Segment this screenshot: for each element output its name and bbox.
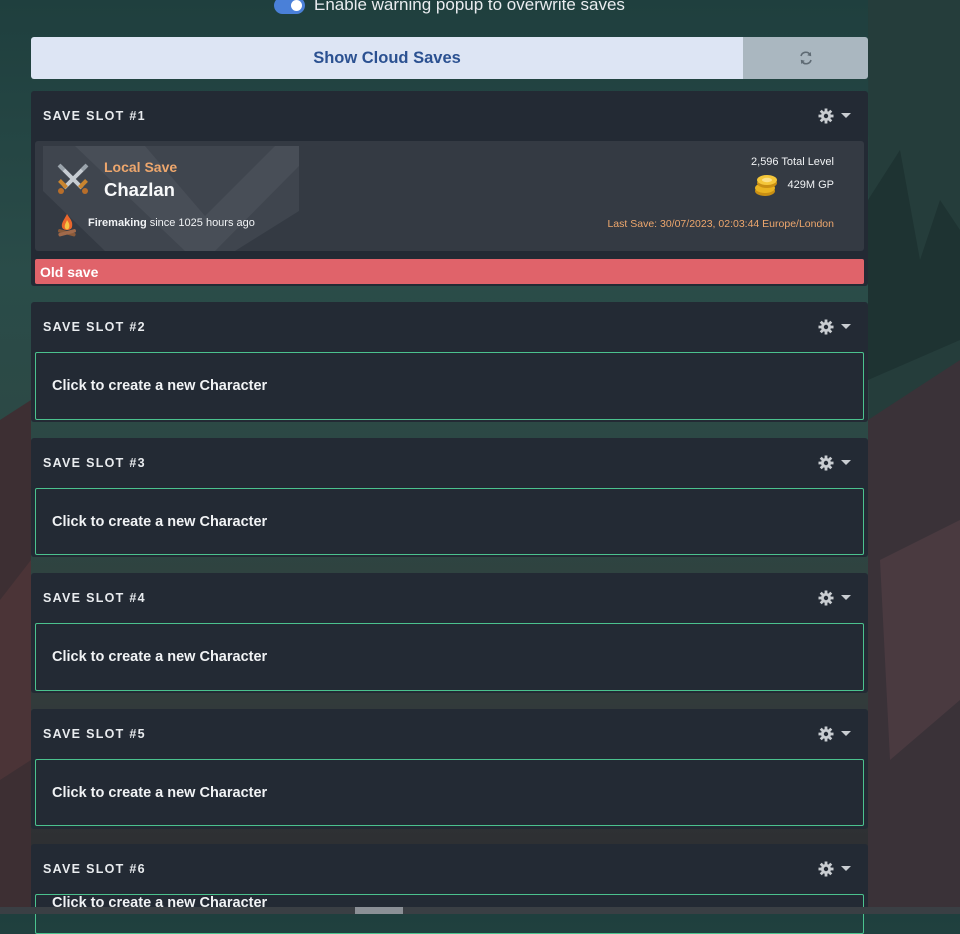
slot-header: SAVE SLOT #6 [31, 844, 868, 894]
chevron-down-icon [841, 866, 851, 871]
gp-row: 429M GP [754, 172, 834, 198]
character-name: Chazlan [104, 179, 175, 200]
slot-title: SAVE SLOT #1 [43, 109, 146, 123]
save-slot-1: SAVE SLOT #1 Local Save Chazlan 2,596 To… [31, 91, 868, 286]
slot-header: SAVE SLOT #1 [31, 91, 868, 141]
slot-title: SAVE SLOT #4 [43, 591, 146, 605]
create-character-button[interactable]: Click to create a new Character [35, 352, 864, 420]
slot-title: SAVE SLOT #6 [43, 862, 146, 876]
refresh-cloud-button[interactable] [743, 37, 868, 79]
slot-header: SAVE SLOT #2 [31, 302, 868, 352]
horizontal-scrollbar[interactable] [0, 907, 960, 914]
crossed-swords-icon [57, 163, 89, 194]
slot-header: SAVE SLOT #5 [31, 709, 868, 759]
scrollbar-thumb[interactable] [355, 907, 403, 914]
overwrite-warning-toggle-row: Enable warning popup to overwrite saves [274, 0, 625, 16]
toggle-knob [291, 0, 302, 11]
campfire-icon [57, 214, 77, 237]
slot-title: SAVE SLOT #3 [43, 456, 146, 470]
gear-icon [818, 726, 834, 742]
slot-options-dropdown[interactable] [818, 726, 851, 742]
slot-options-dropdown[interactable] [818, 455, 851, 471]
save-slot-3: SAVE SLOT #3 Click to create a new Chara… [31, 438, 868, 557]
gamemode-watermark [43, 146, 299, 251]
save-slot-6: SAVE SLOT #6 Click to create a new Chara… [31, 844, 868, 934]
create-character-button[interactable]: Click to create a new Character [35, 759, 864, 826]
create-character-button[interactable]: Click to create a new Character [35, 894, 864, 934]
old-save-badge: Old save [35, 259, 864, 284]
show-cloud-saves-button[interactable]: Show Cloud Saves [31, 37, 743, 79]
save-type-label: Local Save [104, 159, 178, 175]
slot-title: SAVE SLOT #5 [43, 727, 146, 741]
gear-icon [818, 108, 834, 124]
slot-options-dropdown[interactable] [818, 590, 851, 606]
chevron-down-icon [841, 324, 851, 329]
local-save-card[interactable]: Local Save Chazlan 2,596 Total Level 429… [35, 141, 864, 251]
last-skill-name: Firemaking [88, 217, 147, 229]
chevron-down-icon [841, 460, 851, 465]
slot-options-dropdown[interactable] [818, 108, 851, 124]
last-save-timestamp: Last Save: 30/07/2023, 02:03:44 Europe/L… [607, 218, 834, 230]
overwrite-warning-toggle[interactable] [274, 0, 305, 14]
gp-amount: 429M GP [787, 179, 834, 191]
save-slot-2: SAVE SLOT #2 Click to create a new Chara… [31, 302, 868, 422]
gear-icon [818, 590, 834, 606]
chevron-down-icon [841, 595, 851, 600]
chevron-down-icon [841, 731, 851, 736]
gear-icon [818, 455, 834, 471]
save-slot-4: SAVE SLOT #4 Click to create a new Chara… [31, 573, 868, 693]
create-character-button[interactable]: Click to create a new Character [35, 488, 864, 555]
chevron-down-icon [841, 113, 851, 118]
slot-options-dropdown[interactable] [818, 861, 851, 877]
slot-header: SAVE SLOT #4 [31, 573, 868, 623]
overwrite-warning-label: Enable warning popup to overwrite saves [314, 0, 625, 14]
slot-title: SAVE SLOT #2 [43, 320, 146, 334]
create-character-button[interactable]: Click to create a new Character [35, 623, 864, 691]
last-skill-since: since 1025 hours ago [149, 217, 255, 229]
slot-options-dropdown[interactable] [818, 319, 851, 335]
gear-icon [818, 861, 834, 877]
refresh-icon [799, 51, 812, 65]
cloud-saves-bar: Show Cloud Saves [31, 37, 868, 79]
gear-icon [818, 319, 834, 335]
coins-icon [754, 175, 777, 196]
last-skill-row: Firemaking since 1025 hours ago [88, 217, 255, 229]
slot-header: SAVE SLOT #3 [31, 438, 868, 488]
total-level: 2,596 Total Level [751, 156, 834, 168]
save-slot-5: SAVE SLOT #5 Click to create a new Chara… [31, 709, 868, 829]
